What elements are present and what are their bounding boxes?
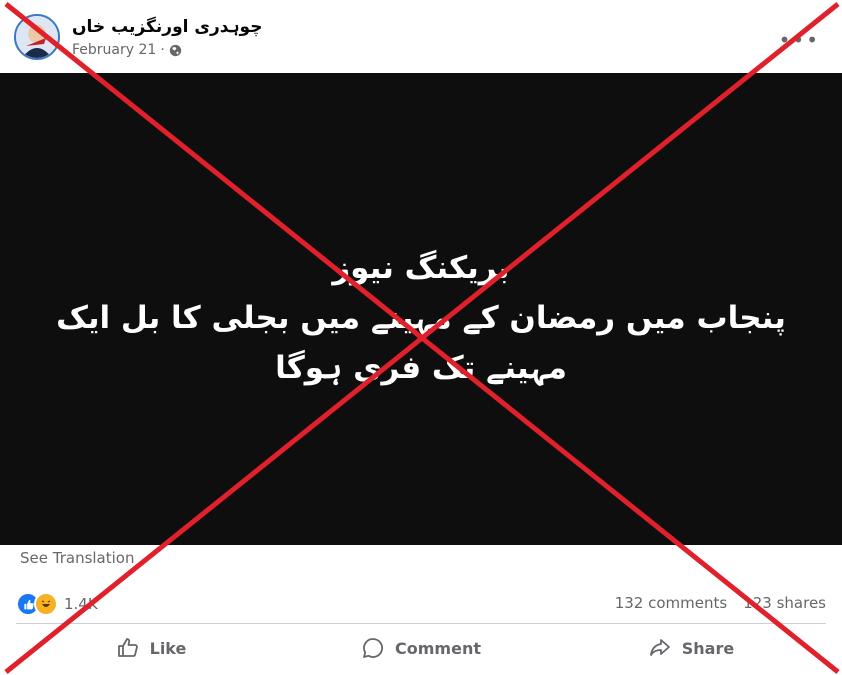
more-options-button[interactable]: ••• [779,28,820,52]
globe-icon [169,44,181,56]
image-text-line2: پنجاب میں رمضان کے مہینے میں بجلی کا بل … [56,300,786,336]
comment-button[interactable]: Comment [286,624,556,672]
comment-icon [363,638,383,658]
like-label: Like [149,638,187,658]
engagement-counts: 132 comments 123 shares [615,594,826,612]
avatar-image [16,16,58,58]
post-meta: February 21 · [72,42,182,58]
comments-count[interactable]: 132 comments [615,594,727,612]
post-date[interactable]: February 21 [72,42,156,58]
see-translation-link[interactable]: See Translation [20,549,134,567]
image-caption-text: بریکنگ نیوز پنجاب میں رمضان کے مہینے میں… [0,243,842,393]
share-button[interactable]: Share [556,624,826,672]
like-button[interactable]: Like [16,624,286,672]
reaction-count: 1.4K [64,595,98,613]
facebook-post: چوہدری اورنگزیب خاں February 21 · ••• بر… [0,0,842,675]
post-image[interactable]: بریکنگ نیوز پنجاب میں رمضان کے مہینے میں… [0,73,842,545]
shares-count[interactable]: 123 shares [743,594,826,612]
post-actions-bar: Like Comment Share [16,624,826,672]
image-text-line3: مہینے تک فری ہوگا [275,350,567,386]
share-icon [649,639,670,656]
post-header: چوہدری اورنگزیب خاں February 21 · ••• [0,0,842,72]
image-text-line1: بریکنگ نیوز [332,250,510,286]
share-label: Share [681,638,735,658]
thumbs-up-icon [117,638,138,657]
haha-reaction-icon [34,592,58,616]
date-separator: · [160,42,165,58]
author-avatar[interactable] [14,14,60,60]
reactions-summary[interactable]: 1.4K [16,592,98,616]
comment-label: Comment [395,638,481,658]
author-name[interactable]: چوہدری اورنگزیب خاں [72,16,262,37]
